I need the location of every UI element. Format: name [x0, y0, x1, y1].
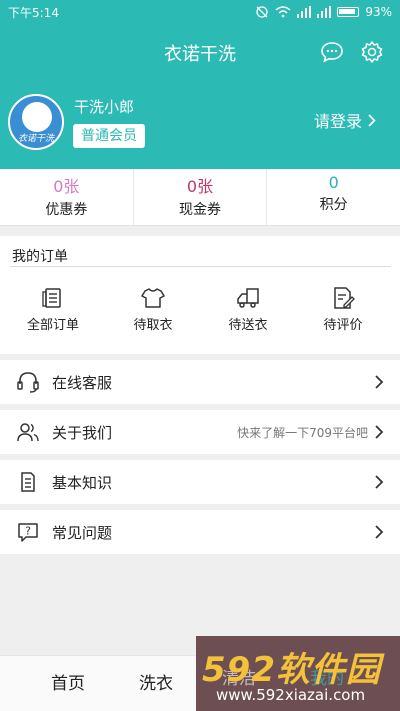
- account-stats: 0张 优惠券 0张 现金券 0 积分: [0, 169, 400, 226]
- chat-icon[interactable]: [320, 40, 344, 64]
- nav-laundry[interactable]: 洗衣: [112, 656, 200, 711]
- menu-online-support[interactable]: 在线客服: [0, 360, 400, 404]
- shirt-icon: [141, 288, 165, 308]
- profile-header: 衣诺干洗 衣诺干洗 干洗小郎 普通会员 请登录: [0, 24, 400, 169]
- document-icon: [21, 472, 35, 492]
- status-bar: 下午5:14 93%: [0, 0, 400, 24]
- order-label: 待取衣: [133, 318, 173, 333]
- signal-icon: [297, 6, 312, 18]
- menu-label: 常见问题: [52, 523, 113, 542]
- signal-icon-2: [317, 6, 332, 18]
- stat-label: 现金券: [179, 202, 221, 218]
- chevron-right-icon: [375, 525, 384, 539]
- order-pending-pickup[interactable]: 待取衣: [113, 286, 193, 333]
- avatar[interactable]: 衣诺干洗: [8, 94, 64, 150]
- gear-icon[interactable]: [360, 40, 384, 64]
- watermark-logo: 清洁 我的 592软件园 www.592xiazai.com: [196, 636, 400, 711]
- stat-label: 优惠券: [45, 202, 88, 218]
- truck-icon: [237, 288, 259, 308]
- order-label: 待评价: [323, 318, 363, 333]
- battery-icon: [337, 7, 360, 17]
- edit-note-icon: [334, 287, 355, 309]
- nav-home[interactable]: 首页: [24, 656, 112, 711]
- headset-icon: [17, 372, 39, 393]
- stat-cash-vouchers[interactable]: 0张 现金券: [134, 169, 268, 225]
- menu-label: 在线客服: [52, 373, 113, 392]
- watermark-url: www.592xiazai.com: [216, 686, 366, 704]
- avatar-logo-text: 衣诺干洗: [17, 134, 54, 144]
- menu-label: 基本知识: [52, 473, 113, 492]
- wifi-icon: [275, 6, 291, 18]
- question-icon: ?: [18, 523, 38, 542]
- chevron-right-icon: [368, 113, 376, 127]
- people-icon: [17, 423, 39, 442]
- order-label: 待送衣: [228, 318, 268, 333]
- stat-coupons[interactable]: 0张 优惠券: [0, 169, 134, 225]
- order-pending-delivery[interactable]: 待送衣: [208, 286, 288, 333]
- chevron-right-icon: [375, 375, 384, 389]
- chevron-right-icon: [375, 425, 384, 439]
- member-badge: 普通会员: [73, 124, 145, 148]
- status-time: 下午5:14: [8, 5, 59, 20]
- svg-text:?: ?: [25, 525, 31, 538]
- order-pending-review[interactable]: 待评价: [303, 286, 383, 333]
- stat-value: 0: [328, 173, 339, 192]
- stat-label: 积分: [319, 197, 348, 213]
- battery-percent: 93%: [365, 5, 392, 19]
- logo-icon: [22, 102, 52, 132]
- login-label: 请登录: [314, 112, 363, 131]
- orders-title: 我的订单: [12, 249, 68, 265]
- chevron-right-icon: [375, 475, 384, 489]
- status-icons: 93%: [255, 5, 392, 19]
- orders-section: 我的订单 全部订单 待取衣 待送衣 待评价: [0, 236, 400, 354]
- menu-basic-knowledge[interactable]: 基本知识: [0, 460, 400, 504]
- login-link[interactable]: 请登录: [314, 108, 376, 132]
- watermark-text: 592软件园: [202, 650, 381, 690]
- stat-value: 0张: [53, 177, 80, 196]
- menu-faq[interactable]: ? 常见问题: [0, 510, 400, 554]
- username: 干洗小郎: [74, 98, 135, 116]
- menu-about-us[interactable]: 关于我们 快来了解一下709平台吧: [0, 410, 400, 454]
- order-label: 全部订单: [26, 318, 79, 333]
- alarm-off-icon: [256, 6, 268, 18]
- divider: [10, 266, 391, 267]
- menu-hint: 快来了解一下709平台吧: [237, 425, 368, 440]
- order-all[interactable]: 全部订单: [13, 286, 93, 333]
- stat-points[interactable]: 0 积分: [267, 169, 400, 225]
- stat-value: 0张: [186, 177, 214, 196]
- clipboard-icon: [42, 288, 61, 308]
- menu-label: 关于我们: [52, 423, 113, 442]
